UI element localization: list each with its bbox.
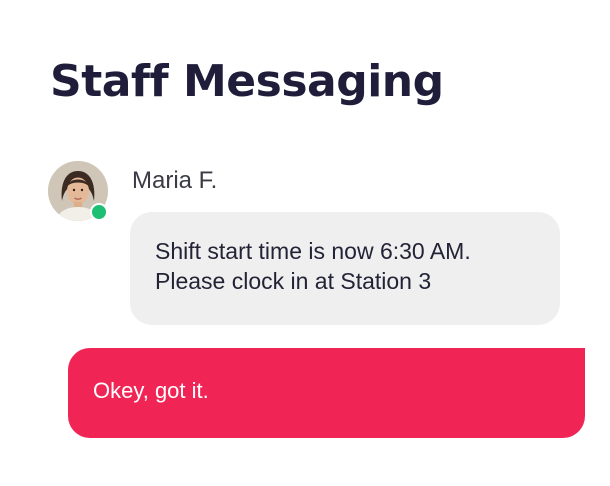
avatar[interactable] — [48, 161, 108, 221]
sender-name: Maria F. — [132, 167, 218, 194]
incoming-message-line: Shift start time is now 6:30 AM. — [155, 238, 471, 264]
incoming-message-line: Please clock in at Station 3 — [155, 268, 432, 294]
online-status-dot — [90, 203, 108, 221]
page-title: Staff Messaging — [50, 56, 444, 107]
outgoing-message-text: Okey, got it. — [93, 378, 209, 403]
incoming-message-bubble: Shift start time is now 6:30 AM. Please … — [130, 212, 560, 325]
messaging-card: Staff Messaging Maria F. Shift start tim… — [0, 0, 610, 486]
outgoing-message-bubble: Okey, got it. — [68, 348, 585, 438]
